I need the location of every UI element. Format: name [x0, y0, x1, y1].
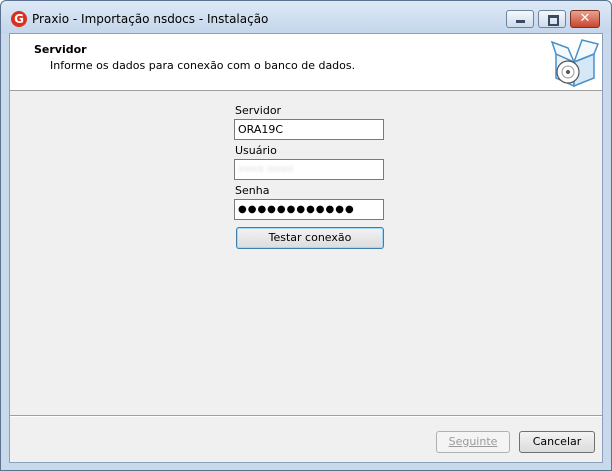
- installer-window: G Praxio - Importação nsdocs - Instalaçã…: [0, 0, 612, 471]
- minimize-icon: [516, 20, 525, 23]
- server-input[interactable]: ORA19C: [234, 119, 384, 140]
- password-label: Senha: [235, 184, 270, 197]
- title-bar[interactable]: G Praxio - Importação nsdocs - Instalaçã…: [1, 1, 611, 33]
- next-button[interactable]: Seguinte: [436, 431, 510, 453]
- page-title: Servidor: [34, 43, 87, 56]
- close-button[interactable]: ✕: [570, 10, 600, 28]
- footer-divider: [10, 415, 602, 417]
- password-input[interactable]: ●●●●●●●●●●●●: [234, 199, 384, 220]
- installer-box-icon: [550, 39, 600, 88]
- test-connection-button[interactable]: Testar conexão: [236, 227, 384, 249]
- restore-icon: [548, 15, 559, 26]
- cancel-button[interactable]: Cancelar: [519, 431, 595, 453]
- user-label: Usuário: [235, 144, 277, 157]
- page-subtitle: Informe os dados para conexão com o banc…: [50, 59, 356, 72]
- wizard-header: Servidor Informe os dados para conexão c…: [10, 34, 602, 91]
- window-title: Praxio - Importação nsdocs - Instalação: [32, 12, 269, 26]
- app-logo-icon: G: [11, 11, 27, 27]
- user-value-redacted: •••• ••••: [238, 163, 294, 176]
- next-button-label: Seguinte: [448, 435, 498, 448]
- user-input[interactable]: •••• ••••: [234, 159, 384, 180]
- maximize-button[interactable]: [538, 10, 566, 28]
- minimize-button[interactable]: [506, 10, 534, 28]
- close-icon: ✕: [579, 11, 591, 26]
- wizard-client-area: Servidor Informe os dados para conexão c…: [9, 33, 603, 463]
- server-label: Servidor: [235, 104, 282, 117]
